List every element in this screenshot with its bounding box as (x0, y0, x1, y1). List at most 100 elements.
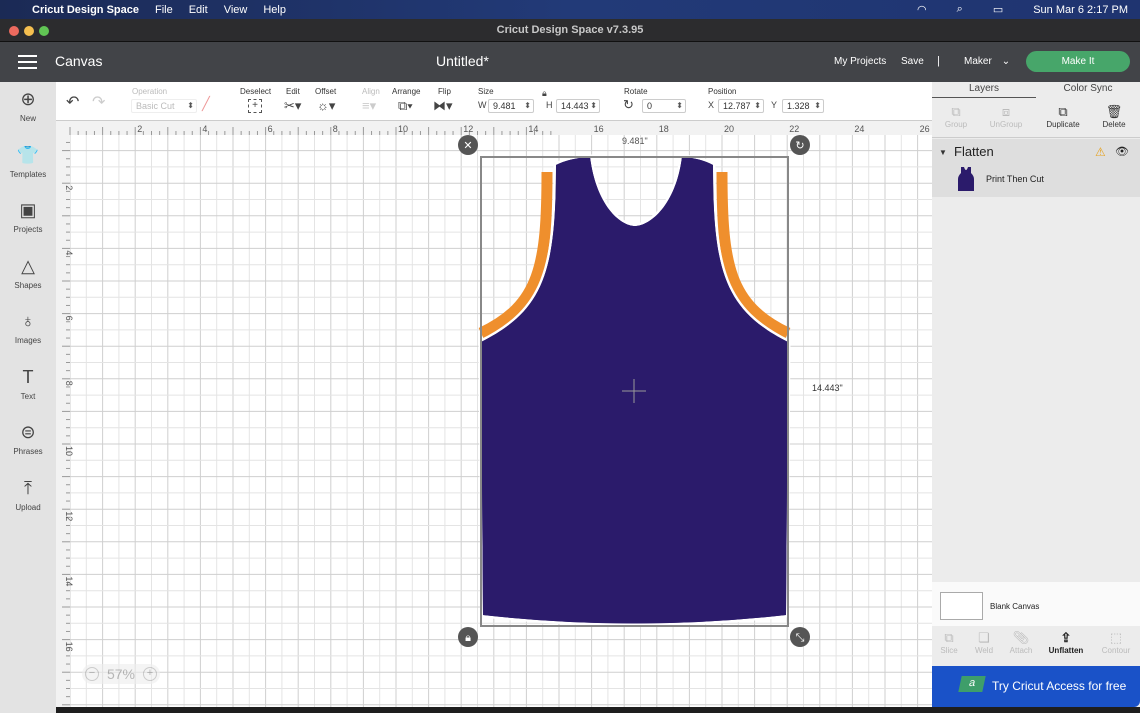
section-title: Canvas (55, 53, 103, 69)
battery-icon[interactable]: ▭ (993, 3, 1003, 16)
offset-icon[interactable]: ☼▾ (317, 98, 335, 114)
layer-group[interactable]: ▼ Flatten ⚠ 👁︎ Print Then Cut (932, 139, 1140, 197)
group-name: Flatten (954, 144, 994, 159)
wifi-icon[interactable]: ◠ (917, 3, 927, 16)
ungroup-button[interactable]: ⧈ UnGroup (982, 104, 1030, 129)
group-label: Group (944, 120, 968, 129)
warning-icon[interactable]: ⚠ (1095, 145, 1106, 159)
canvas-color-swatch[interactable] (940, 592, 983, 620)
zoom-control[interactable]: − 57% + (82, 664, 160, 684)
sidebar-item-label: Shapes (14, 280, 42, 290)
offset-label: Offset (315, 87, 337, 96)
sidebar-item-new[interactable]: ⊕ New (0, 88, 56, 123)
machine-select[interactable]: Maker ⌄ (964, 56, 1010, 67)
redo-icon[interactable]: ↷ (92, 92, 105, 112)
resize-handle-icon-glyph: ⤡ (796, 631, 805, 644)
sidebar-item-projects[interactable]: ▣ Projects (0, 199, 56, 234)
ruler-label: 24 (854, 124, 864, 134)
document-title[interactable]: Untitled* (436, 53, 489, 69)
ruler-label: 10 (398, 124, 408, 134)
minimize-window-button[interactable] (24, 26, 34, 36)
ruler-label: 16 (594, 124, 604, 134)
operation-select[interactable]: Basic Cut (131, 99, 197, 113)
linetype-pen-icon[interactable]: ╱ (202, 96, 210, 112)
sidebar-item-label: Projects (13, 225, 43, 234)
save-button[interactable]: Save (901, 56, 924, 67)
lock-aspect-icon[interactable]: 🔒︎ (542, 88, 547, 99)
unflatten-button[interactable]: ⇪ Unflatten (1044, 630, 1088, 655)
contour-button[interactable]: ⬚ Contour (1096, 630, 1136, 655)
slice-label: Slice (940, 646, 958, 655)
ruler-label: 4 (64, 250, 74, 255)
x-input[interactable]: 12.787 (718, 99, 764, 113)
left-sidebar: ⊕ New 👕 Templates ▣ Projects △ Shapes ♁ Images T Te… (0, 82, 56, 713)
sidebar-item-label: New (19, 114, 36, 123)
images-icon: ♁ (21, 311, 35, 331)
sidebar-item-images[interactable]: ♁ Images (0, 310, 56, 345)
height-input[interactable]: 14.443 (556, 99, 600, 113)
rotate-input[interactable]: 0 (642, 99, 686, 113)
deselect-icon[interactable]: + (248, 99, 262, 113)
flip-icon[interactable]: ⧓▾ (433, 98, 453, 114)
sidebar-item-label: Text (20, 391, 36, 401)
undo-icon[interactable]: ↶ (66, 92, 79, 112)
projects-icon: ▣ (19, 200, 37, 220)
delete-button[interactable]: 🗑︎ Delete (1094, 104, 1134, 129)
zoom-out-button[interactable]: − (85, 667, 99, 681)
edit-toolbar: ↶ ↷ Operation Basic Cut ╱ Deselect + Edi… (56, 82, 932, 121)
align-label: Align (362, 87, 380, 96)
group-button[interactable]: ⧉ Group (934, 104, 978, 129)
design-canvas[interactable]: 2468101214161820222426246810121416189.48… (56, 121, 932, 707)
attach-button[interactable]: 📎︎ Attach (1004, 630, 1038, 655)
blank-canvas-label: Blank Canvas (990, 602, 1040, 611)
sidebar-item-label: Templates (9, 169, 47, 179)
edit-icon[interactable]: ✂▾ (284, 98, 301, 114)
make-it-button[interactable]: Make It (1026, 51, 1130, 72)
ungroup-label: UnGroup (989, 120, 1023, 129)
zoom-in-button[interactable]: + (143, 667, 157, 681)
duplicate-icon: ⧉ (1058, 104, 1068, 119)
zoom-window-button[interactable] (39, 26, 49, 36)
sidebar-item-phrases[interactable]: ⊜ Phrases (0, 421, 56, 456)
height-dimension-label: 14.443" (812, 383, 843, 393)
ruler-label: 2 (137, 124, 142, 134)
tab-color-sync[interactable]: Color Sync (1036, 82, 1140, 98)
sidebar-item-text[interactable]: T Text (0, 366, 56, 401)
size-label: Size (478, 87, 494, 96)
sidebar-item-shapes[interactable]: △ Shapes (0, 255, 56, 290)
width-input[interactable]: 9.481 (488, 99, 534, 113)
menu-file[interactable]: File (155, 4, 173, 16)
sidebar-item-upload[interactable]: ⤒ Upload (0, 477, 56, 512)
menu-help[interactable]: Help (263, 4, 286, 16)
slice-button[interactable]: ⧉ Slice (934, 630, 964, 655)
cricut-access-promo[interactable]: a Try Cricut Access for free (932, 666, 1140, 707)
align-icon: ≡▾ (362, 98, 377, 113)
menu-view[interactable]: View (224, 4, 248, 16)
weld-button[interactable]: ❏ Weld (970, 630, 998, 655)
hamburger-menu-icon[interactable] (18, 55, 37, 69)
chevron-down-icon: ⌄ (1001, 56, 1011, 67)
menu-app-name[interactable]: Cricut Design Space (32, 4, 139, 16)
collapse-arrow-icon[interactable]: ▼ (939, 148, 947, 157)
ruler-label: 14 (528, 124, 538, 134)
ruler-label: 26 (920, 124, 930, 134)
ruler-label: 18 (659, 124, 669, 134)
sidebar-item-label: Images (14, 336, 42, 345)
tab-layers[interactable]: Layers (932, 82, 1036, 98)
visibility-eye-icon[interactable]: 👁︎ (1115, 145, 1129, 158)
blank-canvas-row[interactable]: Blank Canvas (932, 582, 1140, 626)
menu-edit[interactable]: Edit (189, 4, 208, 16)
phrases-icon: ⊜ (20, 422, 36, 442)
duplicate-label: Duplicate (1046, 120, 1080, 129)
my-projects-link[interactable]: My Projects (834, 56, 886, 67)
duplicate-button[interactable]: ⧉ Duplicate (1040, 104, 1086, 129)
close-window-button[interactable] (9, 26, 19, 36)
width-label: W (478, 100, 487, 110)
clock[interactable]: Sun Mar 6 2:17 PM (1033, 4, 1128, 16)
sidebar-item-templates[interactable]: 👕 Templates (0, 144, 56, 179)
y-input[interactable]: 1.328 (782, 99, 824, 113)
arrange-icon[interactable]: ⧉▾ (398, 98, 413, 114)
search-icon[interactable]: ⌕ (957, 3, 963, 16)
ruler-label: 6 (268, 124, 273, 134)
ruler-label: 4 (202, 124, 207, 134)
